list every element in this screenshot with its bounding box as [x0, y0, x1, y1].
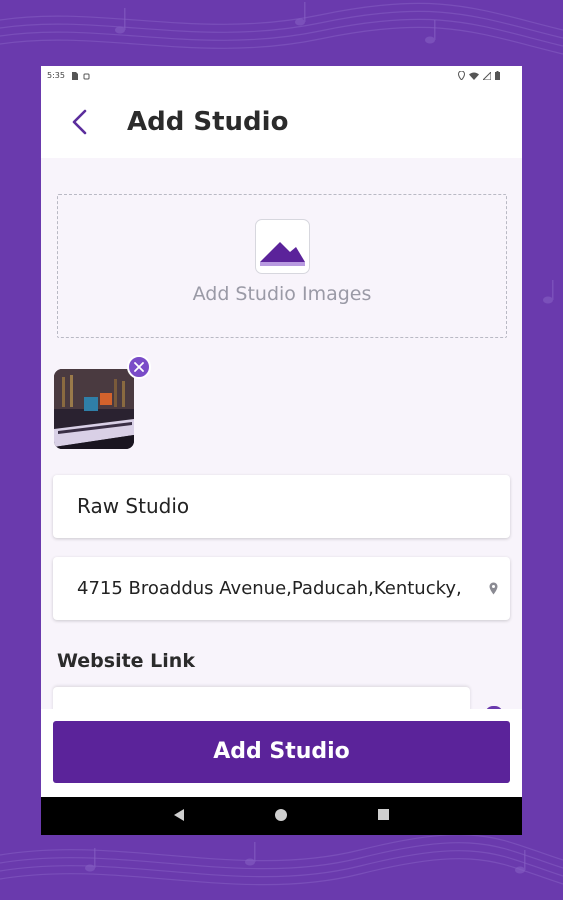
phone-screen: 5:35 Add Studio Add Studio Images Raw St…	[41, 66, 522, 835]
battery-icon	[495, 71, 500, 80]
website-link-label: Website Link	[57, 650, 195, 672]
location-icon	[458, 71, 465, 80]
image-placeholder-icon	[255, 219, 310, 274]
add-images-label: Add Studio Images	[192, 283, 372, 305]
add-studio-button[interactable]: Add Studio	[53, 721, 510, 783]
signal-icon	[483, 71, 491, 80]
address-value: 4715 Broaddus Avenue,Paducah,Kentucky,	[77, 578, 462, 599]
studio-name-value: Raw Studio	[77, 494, 190, 518]
app-header: Add Studio	[41, 85, 522, 158]
status-bar: 5:35	[41, 66, 522, 85]
android-bug-icon	[83, 73, 90, 79]
back-button[interactable]	[68, 107, 92, 137]
home-circle-icon[interactable]	[274, 808, 288, 822]
status-time: 5:35	[47, 71, 65, 80]
close-icon	[134, 362, 144, 372]
chevron-left-icon	[72, 109, 87, 135]
sim-card-icon	[71, 71, 78, 80]
wifi-icon	[469, 72, 479, 80]
studio-photo[interactable]	[54, 369, 134, 449]
add-images-dropzone[interactable]: Add Studio Images	[57, 194, 507, 338]
page-title: Add Studio	[127, 107, 289, 137]
address-field[interactable]: 4715 Broaddus Avenue,Paducah,Kentucky,	[53, 557, 510, 620]
recents-square-icon[interactable]	[377, 808, 390, 821]
map-pin-icon[interactable]	[489, 582, 498, 595]
studio-name-field[interactable]: Raw Studio	[53, 475, 510, 538]
back-triangle-icon[interactable]	[172, 808, 186, 822]
system-nav-bar	[41, 797, 522, 835]
remove-photo-button[interactable]	[127, 355, 151, 379]
